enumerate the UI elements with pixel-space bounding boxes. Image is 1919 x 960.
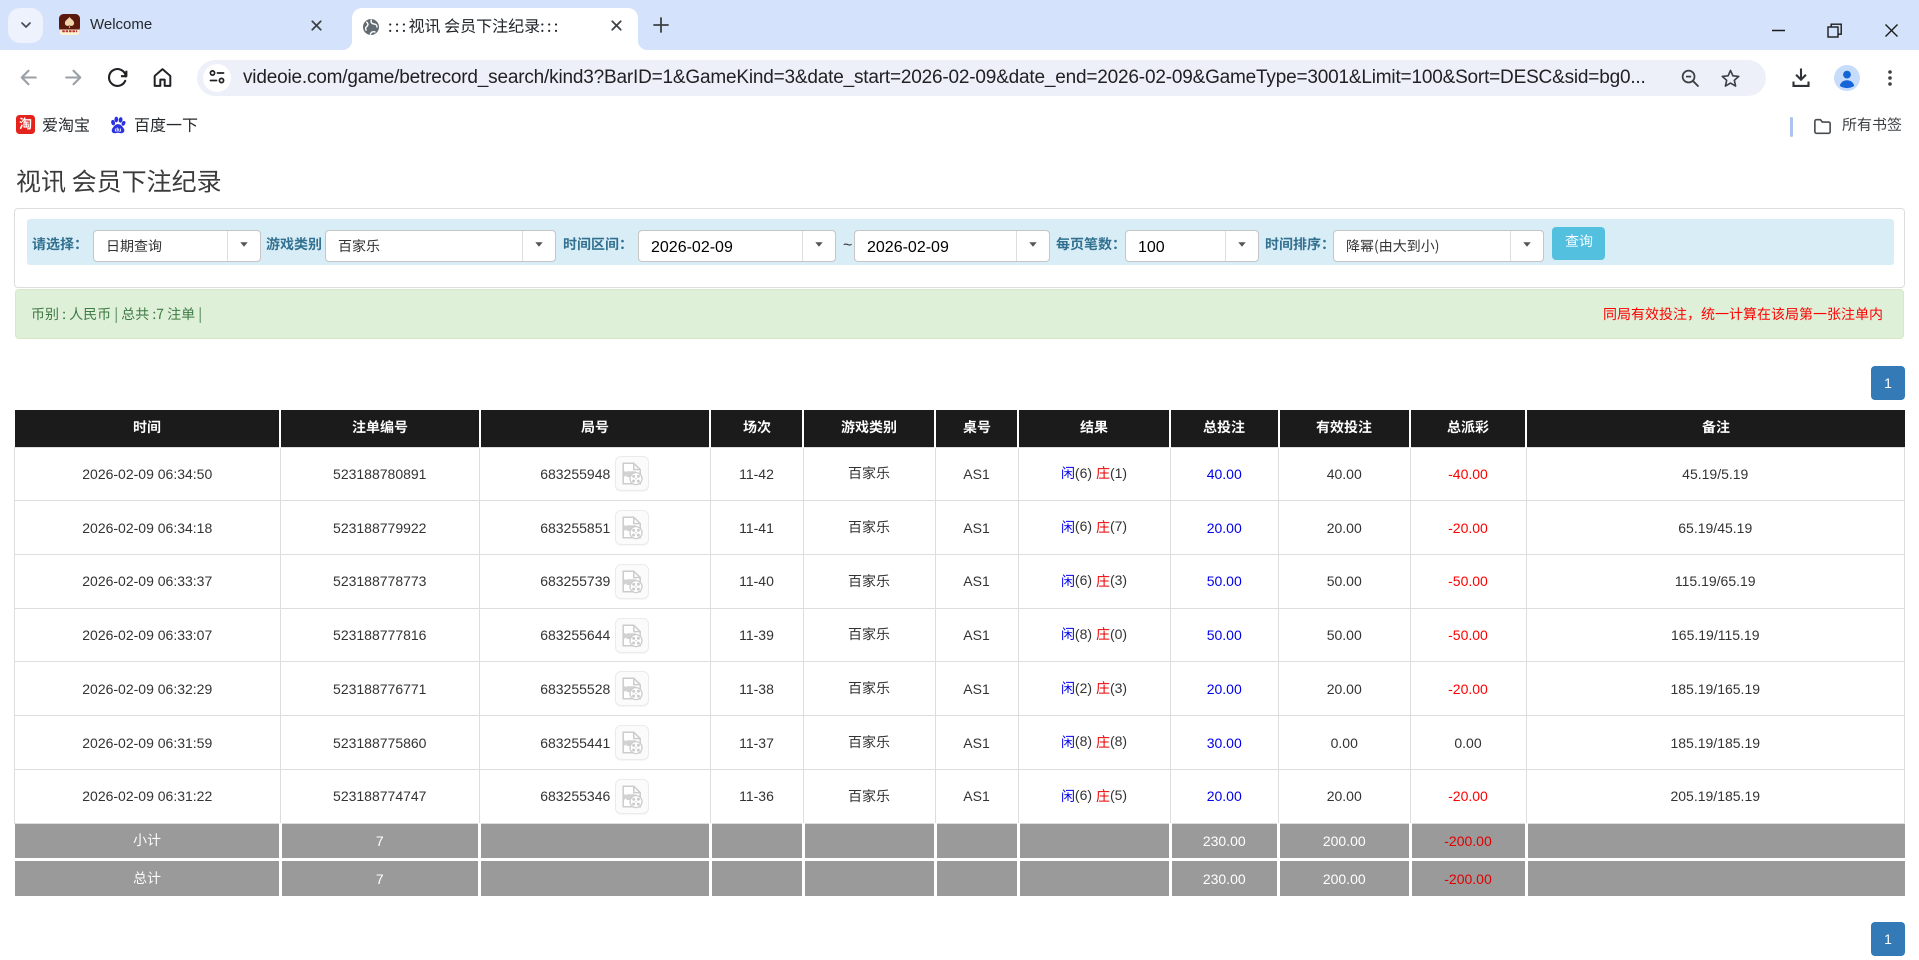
svg-text:du: du (115, 127, 122, 133)
